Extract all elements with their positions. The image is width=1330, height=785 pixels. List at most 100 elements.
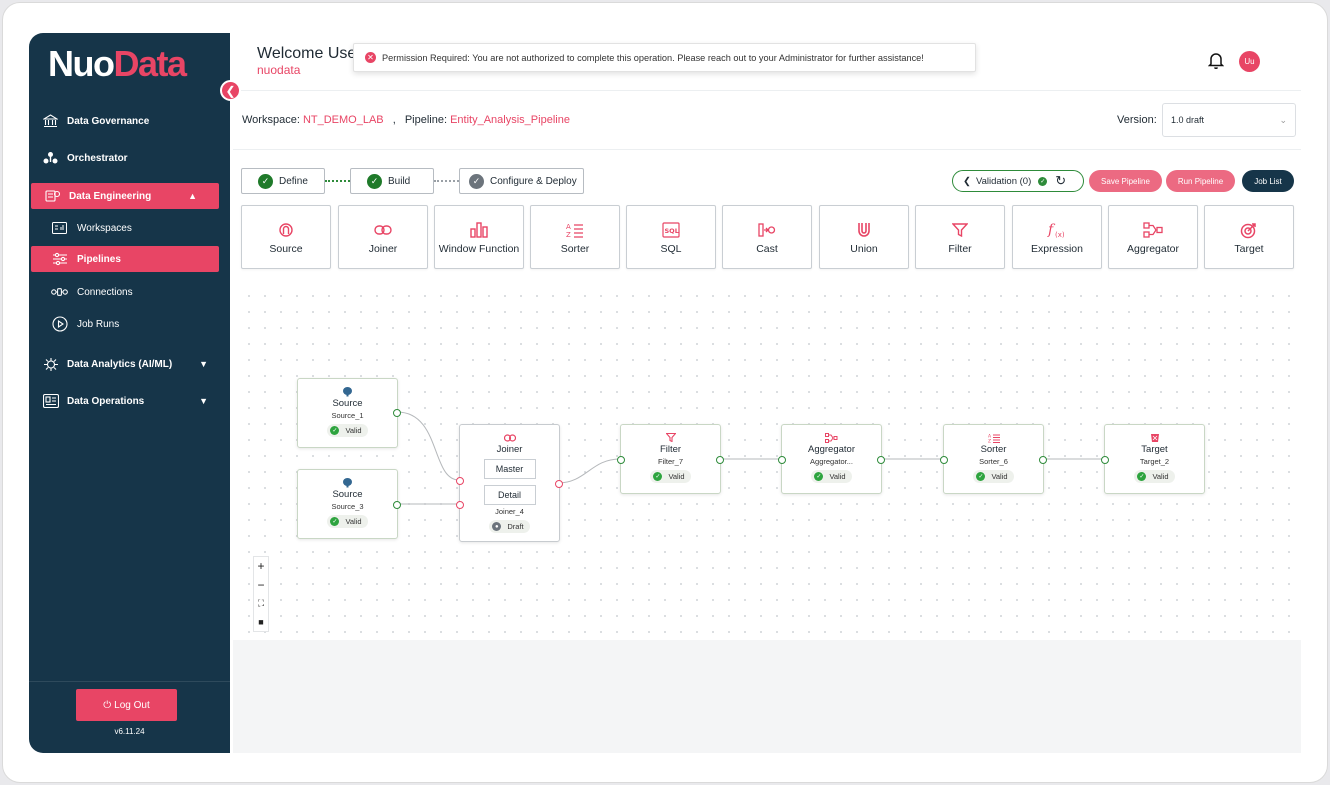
status-badge: ✓ Valid xyxy=(973,470,1014,483)
sidebar-item-data-analytics[interactable]: Data Analytics (AI/ML) ▼ xyxy=(29,351,230,377)
draft-icon: ● xyxy=(492,522,502,531)
job-list-button[interactable]: Job List xyxy=(1242,170,1294,192)
input-port-master[interactable] xyxy=(456,477,464,485)
node-aggregator[interactable]: Aggregator Aggregator... ✓ Valid xyxy=(778,424,885,494)
collapse-sidebar-button[interactable]: ❮ xyxy=(220,80,241,101)
canvas-controls: + − ⛶ ■ xyxy=(253,556,269,632)
logo: NuoData xyxy=(48,43,187,84)
palette-source[interactable]: Source xyxy=(241,205,331,269)
step-configure-deploy[interactable]: ✓ Configure & Deploy xyxy=(459,168,584,194)
lock-icon[interactable]: ■ xyxy=(258,613,263,632)
node-source-3[interactable]: Source Source_3 ✓ Valid xyxy=(297,469,401,539)
bell-icon[interactable] xyxy=(1207,51,1225,74)
palette-filter[interactable]: Filter xyxy=(915,205,1005,269)
node-filter[interactable]: Filter Filter_7 ✓ Valid xyxy=(617,424,724,494)
palette-target[interactable]: Target xyxy=(1204,205,1294,269)
status-badge: ✓ Valid xyxy=(650,470,691,483)
input-port[interactable] xyxy=(940,456,948,464)
check-icon: ✓ xyxy=(653,472,663,481)
svg-text:SQL: SQL xyxy=(665,227,679,235)
pipeline-icon xyxy=(51,251,68,268)
input-port[interactable] xyxy=(778,456,786,464)
pipeline-canvas[interactable]: Source Source_1 ✓ Valid Source Source_3 ✓… xyxy=(241,288,1301,640)
sidebar-item-connections[interactable]: Connections xyxy=(31,279,219,305)
node-source-1[interactable]: Source Source_1 ✓ Valid xyxy=(297,378,401,448)
save-pipeline-button[interactable]: Save Pipeline xyxy=(1089,170,1162,192)
check-icon: ✓ xyxy=(258,173,273,189)
palette-window-function[interactable]: Window Function xyxy=(434,205,524,269)
output-port[interactable] xyxy=(1039,456,1047,464)
output-port[interactable] xyxy=(716,456,724,464)
joiner-master-slot[interactable]: Master xyxy=(483,459,536,479)
step-build[interactable]: ✓ Build xyxy=(350,168,434,194)
power-icon: ⏻ xyxy=(103,699,112,711)
output-port[interactable] xyxy=(393,409,401,417)
play-icon xyxy=(51,316,68,333)
sorter-icon: AZ xyxy=(566,221,584,239)
sidebar-item-pipelines[interactable]: Pipelines xyxy=(31,246,219,272)
workspace-name[interactable]: NT_DEMO_LAB xyxy=(303,114,384,126)
zoom-in-icon[interactable]: + xyxy=(257,557,264,576)
input-port[interactable] xyxy=(1101,456,1109,464)
valid-check-icon: ✓ xyxy=(1038,176,1048,186)
validation-button[interactable]: ❮ Validation (0) ✓ ↻ xyxy=(952,170,1084,192)
input-port[interactable] xyxy=(617,456,625,464)
refresh-icon[interactable]: ↻ xyxy=(1055,173,1066,189)
node-target[interactable]: Target Target_2 ✓ Valid xyxy=(1101,424,1205,494)
status-badge: ✓ Valid xyxy=(327,515,368,528)
chevron-down-icon: ▼ xyxy=(199,359,208,369)
aggregator-icon xyxy=(1143,221,1163,239)
sidebar-item-workspaces[interactable]: Workspaces xyxy=(31,215,219,241)
status-badge: ✓ Valid xyxy=(811,470,852,483)
step-define[interactable]: ✓ Define xyxy=(241,168,325,194)
app-version: v6.11.24 xyxy=(114,727,145,736)
sidebar-item-data-governance[interactable]: Data Governance xyxy=(29,108,230,134)
palette-expression[interactable]: f (x) Expression xyxy=(1012,205,1102,269)
run-pipeline-button[interactable]: Run Pipeline xyxy=(1166,170,1235,192)
output-port[interactable] xyxy=(555,480,563,488)
output-port[interactable] xyxy=(877,456,885,464)
source-icon xyxy=(278,221,294,239)
sql-icon: SQL xyxy=(662,221,680,239)
header: Welcome Use nuodata ✕ Permission Require… xyxy=(233,33,1301,91)
node-joiner[interactable]: Joiner Master Detail Joiner_4 ● Draft xyxy=(456,424,563,542)
input-port-detail[interactable] xyxy=(456,501,464,509)
toast-message: Permission Required: You are not authori… xyxy=(382,52,924,63)
welcome-text: Welcome Use xyxy=(257,45,357,62)
palette-sql[interactable]: SQL SQL xyxy=(626,205,716,269)
check-icon: ✓ xyxy=(976,472,986,481)
check-icon: ✓ xyxy=(330,426,340,435)
breadcrumb: Workspace: NT_DEMO_LAB , Pipeline: Entit… xyxy=(242,114,570,126)
joiner-detail-slot[interactable]: Detail xyxy=(483,485,536,505)
chevron-down-icon: ▼ xyxy=(199,396,208,406)
zoom-out-icon[interactable]: − xyxy=(257,576,264,595)
palette-cast[interactable]: Cast xyxy=(722,205,812,269)
fit-view-icon[interactable]: ⛶ xyxy=(258,594,264,613)
palette-union[interactable]: Union xyxy=(819,205,909,269)
node-sorter[interactable]: AZ Sorter Sorter_6 ✓ Valid xyxy=(940,424,1047,494)
check-icon: ✓ xyxy=(1137,472,1147,481)
palette-sorter[interactable]: AZ Sorter xyxy=(530,205,620,269)
logout-button[interactable]: ⏻ Log Out xyxy=(76,689,177,721)
sidebar-item-data-engineering[interactable]: Data Engineering ▲ xyxy=(31,183,219,209)
aggregator-icon xyxy=(825,432,838,443)
joiner-icon xyxy=(374,221,392,239)
palette-joiner[interactable]: Joiner xyxy=(338,205,428,269)
sidebar-item-orchestrator[interactable]: Orchestrator xyxy=(29,145,230,171)
version-select[interactable]: 1.0 draft ⌄ xyxy=(1162,103,1296,137)
sidebar-item-data-operations[interactable]: Data Operations ▼ xyxy=(29,388,230,414)
avatar[interactable]: Uu xyxy=(1239,51,1260,72)
check-icon: ✓ xyxy=(330,517,340,526)
union-icon xyxy=(856,221,872,239)
expression-icon: f (x) xyxy=(1047,221,1067,239)
operations-icon xyxy=(42,393,59,410)
target-icon xyxy=(1240,221,1258,239)
output-port[interactable] xyxy=(393,501,401,509)
pipeline-name[interactable]: Entity_Analysis_Pipeline xyxy=(450,114,570,126)
svg-text:A: A xyxy=(566,223,571,231)
sidebar-item-job-runs[interactable]: Job Runs xyxy=(31,311,219,337)
svg-text:Z: Z xyxy=(988,438,991,443)
step-connector xyxy=(434,180,459,182)
postgres-icon xyxy=(342,386,353,397)
palette-aggregator[interactable]: Aggregator xyxy=(1108,205,1198,269)
